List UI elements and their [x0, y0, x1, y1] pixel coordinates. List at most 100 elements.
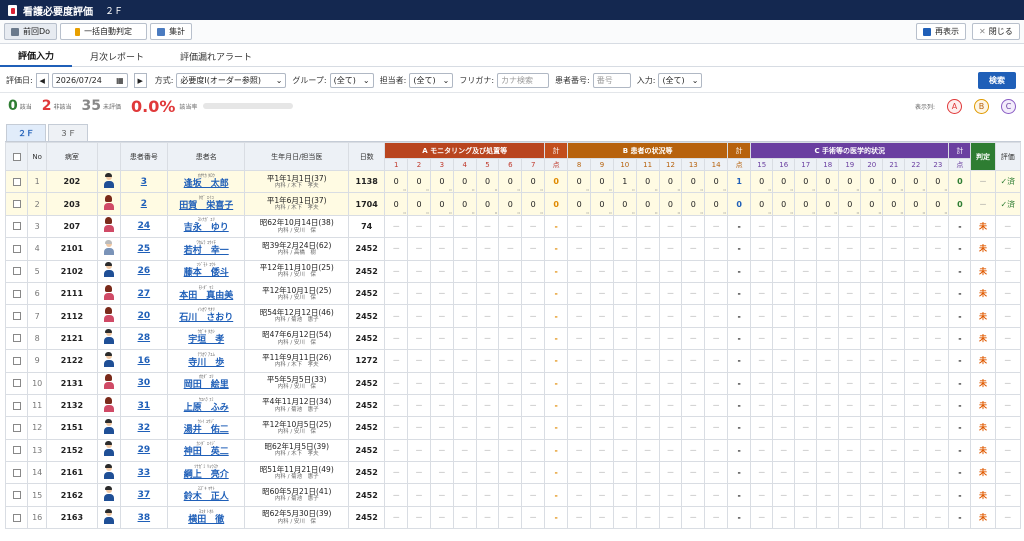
score-cell[interactable]: －	[498, 438, 523, 463]
score-cell[interactable]: －	[926, 416, 950, 440]
eval-cell[interactable]: －	[994, 416, 1022, 440]
score-cell[interactable]: －	[904, 505, 928, 530]
score-cell[interactable]: －	[407, 393, 431, 418]
eval-cell[interactable]: －	[994, 483, 1022, 507]
score-cell[interactable]: －	[635, 483, 660, 507]
score-cell[interactable]: －	[590, 461, 614, 485]
score-cell[interactable]: －	[860, 214, 884, 239]
score-cell[interactable]: －	[384, 416, 409, 440]
patient-id-link[interactable]: 3	[119, 169, 168, 194]
date-input[interactable]: 2026/07/24 ▦	[51, 73, 128, 88]
score-cell[interactable]: －	[860, 349, 884, 373]
patient-name-link[interactable]: ﾂﾅｶﾞﾐ ﾘｮｳｽｹ 綱上 亮介	[166, 461, 246, 485]
score-cell[interactable]: －	[794, 393, 818, 418]
row-checkbox[interactable]	[4, 326, 29, 351]
score-cell[interactable]: －	[904, 461, 928, 485]
score-cell[interactable]: －	[794, 304, 818, 328]
score-cell[interactable]: －	[860, 326, 884, 351]
score-cell[interactable]: －	[429, 505, 454, 530]
table-row[interactable]: 7 2112 20 ｲｼｶﾜ ｻｵﾘ 石川 さおり 昭54年12月12日(46) 内科 / …	[4, 304, 1022, 328]
score-cell[interactable]: －	[384, 349, 409, 373]
score-cell[interactable]: －	[452, 259, 477, 283]
patient-id-link[interactable]: 32	[119, 416, 168, 440]
patient-id-link[interactable]: 16	[119, 349, 168, 373]
score-cell[interactable]: －	[816, 438, 840, 463]
score-cell[interactable]: －	[635, 393, 660, 418]
auto-judge-button[interactable]: 一括自動判定	[60, 23, 148, 40]
score-cell[interactable]: －	[635, 281, 660, 306]
score-cell[interactable]: －	[567, 326, 592, 351]
score-cell[interactable]: －	[384, 438, 409, 463]
table-row[interactable]: 13 2152 29 ｶﾝﾀﾞ ｴｲｼﾞ 神田 英二 昭62年1月5日(39) 内科 / 木…	[4, 438, 1022, 463]
score-cell[interactable]: －	[452, 483, 477, 507]
prev-do-button[interactable]: 前回Do	[4, 23, 58, 40]
score-cell[interactable]: 0 ▫	[590, 192, 614, 216]
score-cell[interactable]: －	[590, 416, 614, 440]
score-cell[interactable]: －	[681, 237, 706, 261]
patient-id-link[interactable]: 27	[119, 281, 168, 306]
score-cell[interactable]: －	[750, 393, 774, 418]
eval-cell[interactable]: －	[994, 505, 1022, 530]
score-cell[interactable]: －	[816, 326, 840, 351]
score-cell[interactable]: －	[882, 326, 906, 351]
score-cell[interactable]: －	[521, 281, 546, 306]
score-cell[interactable]: －	[838, 483, 862, 507]
score-cell[interactable]: －	[498, 371, 523, 395]
score-cell[interactable]: －	[452, 438, 477, 463]
score-cell[interactable]: －	[407, 259, 431, 283]
score-cell[interactable]: －	[882, 416, 906, 440]
kana-search-input[interactable]: カナ検索	[497, 73, 550, 88]
display-toggle-b[interactable]: B	[974, 99, 989, 114]
score-cell[interactable]: －	[750, 281, 774, 306]
score-cell[interactable]: －	[384, 304, 409, 328]
score-cell[interactable]: －	[772, 505, 796, 530]
nurse-select[interactable]: (全て) ⌄	[409, 73, 454, 88]
score-cell[interactable]: －	[882, 461, 906, 485]
eval-cell[interactable]: －	[994, 349, 1022, 373]
score-cell[interactable]: －	[429, 259, 454, 283]
score-cell[interactable]: －	[926, 393, 950, 418]
score-cell[interactable]: －	[772, 349, 796, 373]
score-cell[interactable]: －	[612, 483, 637, 507]
score-cell[interactable]: －	[567, 393, 592, 418]
score-cell[interactable]: －	[612, 237, 637, 261]
score-cell[interactable]: －	[590, 505, 614, 530]
search-button[interactable]: 検索	[978, 72, 1016, 89]
score-cell[interactable]: 0 ▫	[882, 192, 906, 216]
score-cell[interactable]: －	[521, 461, 546, 485]
score-cell[interactable]: －	[658, 371, 683, 395]
score-cell[interactable]: －	[521, 259, 546, 283]
score-cell[interactable]: －	[750, 461, 774, 485]
score-cell[interactable]: －	[704, 237, 729, 261]
score-cell[interactable]: －	[882, 505, 906, 530]
score-cell[interactable]: －	[704, 349, 729, 373]
score-cell[interactable]: －	[838, 371, 862, 395]
score-cell[interactable]: －	[860, 281, 884, 306]
score-cell[interactable]: －	[926, 237, 950, 261]
score-cell[interactable]: －	[429, 393, 454, 418]
score-cell[interactable]: －	[681, 304, 706, 328]
score-cell[interactable]: －	[750, 349, 774, 373]
score-cell[interactable]: －	[429, 371, 454, 395]
score-cell[interactable]: －	[407, 416, 431, 440]
score-cell[interactable]: －	[926, 505, 950, 530]
score-cell[interactable]: －	[704, 393, 729, 418]
score-cell[interactable]: －	[772, 438, 796, 463]
score-cell[interactable]: 0 ▫	[750, 169, 774, 194]
score-cell[interactable]: －	[750, 259, 774, 283]
input-select[interactable]: (全て) ⌄	[658, 73, 703, 88]
score-cell[interactable]: －	[658, 304, 683, 328]
score-cell[interactable]: －	[860, 393, 884, 418]
score-cell[interactable]: －	[750, 371, 774, 395]
eval-cell[interactable]: －	[994, 304, 1022, 328]
score-cell[interactable]: －	[384, 483, 409, 507]
score-cell[interactable]: －	[612, 281, 637, 306]
score-cell[interactable]: 0 ▫	[635, 169, 660, 194]
eval-cell[interactable]: －	[994, 371, 1022, 395]
score-cell[interactable]: －	[590, 259, 614, 283]
score-cell[interactable]: －	[681, 214, 706, 239]
score-cell[interactable]: 0 ▫	[407, 192, 431, 216]
row-checkbox[interactable]	[4, 169, 29, 194]
score-cell[interactable]: －	[794, 461, 818, 485]
score-cell[interactable]: －	[521, 393, 546, 418]
